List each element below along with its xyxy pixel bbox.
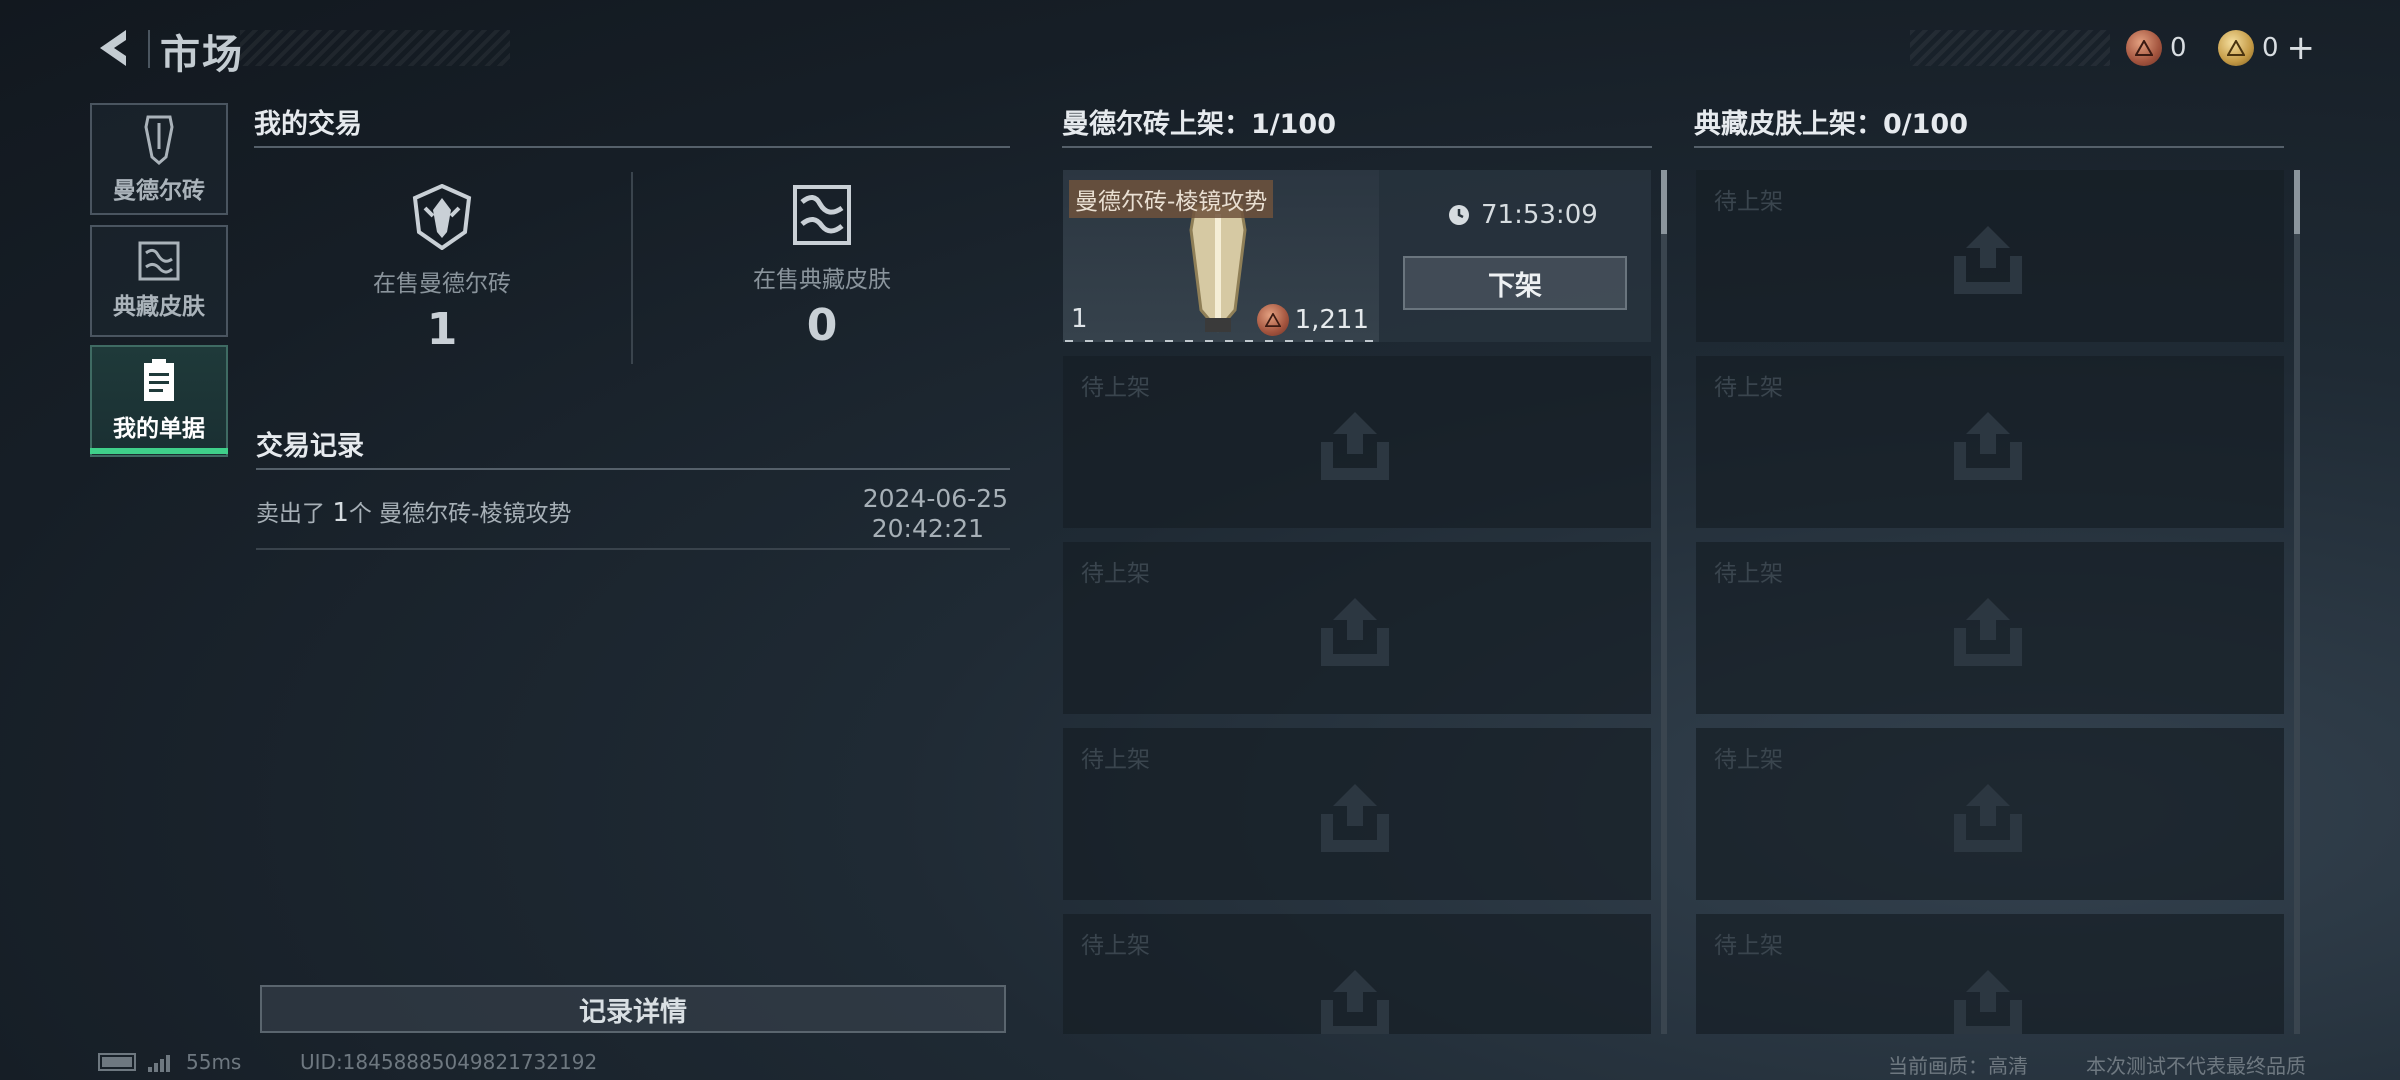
- brick-empty-slot[interactable]: 待上架: [1063, 728, 1651, 900]
- stat-label-brick: 在售曼德尔砖: [373, 271, 511, 297]
- slot-label: 待上架: [1081, 747, 1150, 773]
- listed-item-price-value: 1,211: [1294, 305, 1369, 335]
- upload-icon: [1954, 412, 2022, 480]
- slot-label: 待上架: [1714, 933, 1783, 959]
- skin-listings-underline: [1694, 146, 2284, 148]
- nav-label-mandel-brick: 曼德尔砖: [113, 178, 205, 204]
- skin-empty-slot[interactable]: 待上架: [1696, 356, 2284, 528]
- stat-label-skin: 在售典藏皮肤: [753, 267, 891, 293]
- record-date: 2024-06-25: [862, 484, 1008, 513]
- record-item-name: 个 曼德尔砖-棱镜攻势: [348, 501, 572, 527]
- record-details-button[interactable]: 记录详情: [260, 985, 1006, 1033]
- record-text: 卖出了 1个 曼德尔砖-棱镜攻势: [256, 494, 571, 528]
- mandel-brick-icon: [144, 115, 174, 165]
- brick-listings-underline: [1062, 146, 1652, 148]
- record-row: 卖出了 1个 曼德尔砖-棱镜攻势 2024-06-25 20:42:21: [256, 470, 1010, 550]
- listed-item-price: 1,211: [1256, 304, 1369, 336]
- listed-item-card: 曼德尔砖-棱镜攻势 1 1,211 71:53:09 下架: [1063, 170, 1651, 342]
- mandel-brick-item-icon: [1189, 204, 1247, 333]
- collection-skin-icon: [138, 241, 180, 281]
- gold-currency: 0 +: [2218, 28, 2315, 68]
- bronze-currency: 0: [2126, 28, 2187, 68]
- upload-icon: [1321, 970, 1389, 1034]
- graphics-quality: 当前画质：高清: [1888, 1054, 2028, 1078]
- brick-listings-title: 曼德尔砖上架：1/100: [1062, 109, 1337, 140]
- skin-empty-slot[interactable]: 待上架: [1696, 728, 2284, 900]
- back-button[interactable]: [92, 24, 136, 72]
- signal-icon: [148, 1052, 170, 1072]
- brick-scrollbar[interactable]: [1661, 170, 1667, 1034]
- listed-item-underline: [1065, 340, 1377, 342]
- slot-label: 待上架: [1081, 375, 1150, 401]
- stat-brick-on-sale: 在售曼德尔砖 1: [342, 184, 542, 355]
- brick-empty-slot[interactable]: 待上架: [1063, 914, 1651, 1034]
- stat-value-skin: 0: [806, 300, 838, 351]
- stat-value-brick: 1: [426, 304, 458, 355]
- slot-label: 待上架: [1714, 189, 1783, 215]
- nav-item-mandel-brick[interactable]: 曼德尔砖: [90, 103, 228, 215]
- nav-item-my-orders[interactable]: 我的单据: [90, 345, 228, 457]
- bronze-coin-icon: [2126, 30, 2162, 66]
- listed-item-qty: 1: [1071, 304, 1088, 334]
- record-timestamp: 2024-06-25 20:42:21: [863, 484, 1008, 544]
- listing-timer-value: 71:53:09: [1481, 200, 1598, 230]
- skin-scroll-thumb[interactable]: [2294, 170, 2300, 234]
- brick-empty-slot[interactable]: 待上架: [1063, 542, 1651, 714]
- record-prefix: 卖出了: [256, 501, 333, 527]
- slot-label: 待上架: [1081, 561, 1150, 587]
- listing-timer: 71:53:09: [1447, 200, 1598, 230]
- slot-label: 待上架: [1714, 747, 1783, 773]
- stat-skin-on-sale: 在售典藏皮肤 0: [722, 184, 922, 351]
- title-decoration: [240, 30, 510, 66]
- upload-icon: [1954, 784, 2022, 852]
- upload-icon: [1954, 598, 2022, 666]
- brick-scroll-thumb[interactable]: [1661, 170, 1667, 234]
- skin-empty-slot[interactable]: 待上架: [1696, 914, 2284, 1034]
- listed-item-image[interactable]: 曼德尔砖-棱镜攻势 1 1,211: [1063, 170, 1379, 342]
- slot-label: 待上架: [1714, 375, 1783, 401]
- title-divider: [148, 30, 150, 68]
- collection-skin-badge-icon: [793, 185, 851, 245]
- nav-item-collection-skin[interactable]: 典藏皮肤: [90, 225, 228, 337]
- back-arrow-icon: [100, 30, 126, 66]
- nav-active-indicator: [90, 448, 228, 454]
- battery-icon: [98, 1053, 136, 1071]
- skin-scrollbar[interactable]: [2294, 170, 2300, 1034]
- slot-label: 待上架: [1714, 561, 1783, 587]
- test-disclaimer: 本次测试不代表最终品质: [2086, 1054, 2306, 1078]
- bronze-amount: 0: [2170, 33, 2187, 63]
- stat-divider: [631, 172, 633, 364]
- skin-empty-slot[interactable]: 待上架: [1696, 542, 2284, 714]
- gold-coin-icon: [2218, 30, 2254, 66]
- uid: UID:18458885049821732192: [300, 1050, 598, 1074]
- add-currency-button[interactable]: +: [2287, 31, 2316, 65]
- my-trades-underline: [254, 146, 1010, 148]
- page-title: 市场: [160, 32, 244, 78]
- record-qty: 1: [332, 498, 349, 528]
- upload-icon: [1321, 598, 1389, 666]
- clock-icon: [1449, 205, 1469, 225]
- document-icon: [144, 359, 174, 401]
- record-time: 20:42:21: [871, 514, 984, 543]
- price-coin-icon: [1256, 304, 1289, 336]
- my-trades-title: 我的交易: [254, 109, 362, 140]
- brick-empty-slot[interactable]: 待上架: [1063, 356, 1651, 528]
- ping: 55ms: [186, 1050, 242, 1074]
- listed-item-name: 曼德尔砖-棱镜攻势: [1069, 180, 1274, 218]
- nav-label-collection-skin: 典藏皮肤: [113, 294, 205, 320]
- slot-label: 待上架: [1081, 933, 1150, 959]
- skin-listings-title: 典藏皮肤上架：0/100: [1694, 109, 1969, 140]
- skin-empty-slot[interactable]: 待上架: [1696, 170, 2284, 342]
- records-title: 交易记录: [256, 431, 364, 462]
- mandel-brick-badge-icon: [412, 184, 472, 250]
- gold-amount: 0: [2262, 33, 2279, 63]
- header-decoration: [1910, 30, 2110, 66]
- upload-icon: [1954, 970, 2022, 1034]
- upload-icon: [1954, 226, 2022, 294]
- unlist-button[interactable]: 下架: [1403, 256, 1627, 310]
- upload-icon: [1321, 412, 1389, 480]
- upload-icon: [1321, 784, 1389, 852]
- nav-label-my-orders: 我的单据: [113, 416, 205, 442]
